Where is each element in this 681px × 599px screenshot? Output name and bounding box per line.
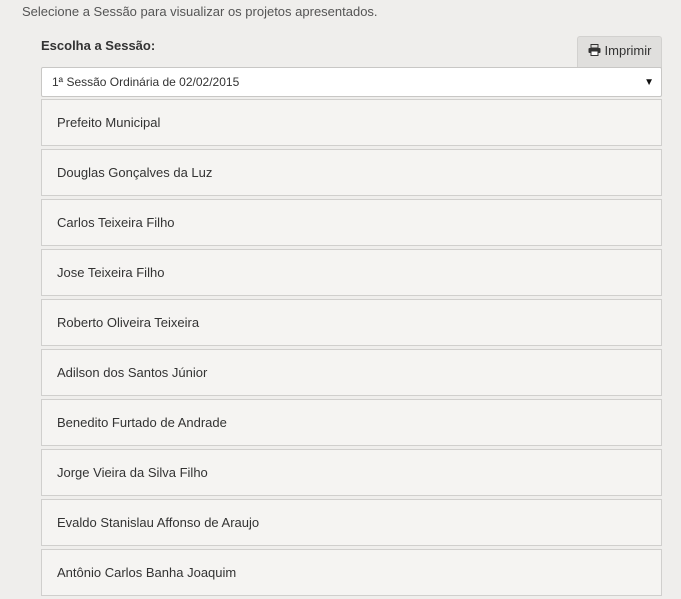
printer-icon: [588, 44, 601, 56]
member-item[interactable]: Jorge Vieira da Silva Filho: [41, 449, 662, 496]
member-item[interactable]: Douglas Gonçalves da Luz: [41, 149, 662, 196]
session-label: Escolha a Sessão:: [41, 38, 156, 53]
member-item[interactable]: Adilson dos Santos Júnior: [41, 349, 662, 396]
member-list: Prefeito Municipal Douglas Gonçalves da …: [41, 99, 662, 599]
print-button[interactable]: Imprimir: [577, 36, 662, 68]
member-item[interactable]: Jose Teixeira Filho: [41, 249, 662, 296]
member-item[interactable]: Evaldo Stanislau Affonso de Araujo: [41, 499, 662, 546]
member-item[interactable]: Roberto Oliveira Teixeira: [41, 299, 662, 346]
member-item[interactable]: Benedito Furtado de Andrade: [41, 399, 662, 446]
dropdown-arrow-icon: ▼: [644, 76, 654, 88]
intro-text: Selecione a Sessão para visualizar os pr…: [22, 4, 378, 19]
member-item[interactable]: Antônio Carlos Banha Joaquim: [41, 549, 662, 596]
member-item[interactable]: Prefeito Municipal: [41, 99, 662, 146]
session-select[interactable]: 1ª Sessão Ordinária de 02/02/2015 ▼: [41, 67, 662, 97]
print-button-label: Imprimir: [604, 42, 652, 58]
member-item[interactable]: Carlos Teixeira Filho: [41, 199, 662, 246]
session-select-value: 1ª Sessão Ordinária de 02/02/2015: [52, 75, 240, 89]
